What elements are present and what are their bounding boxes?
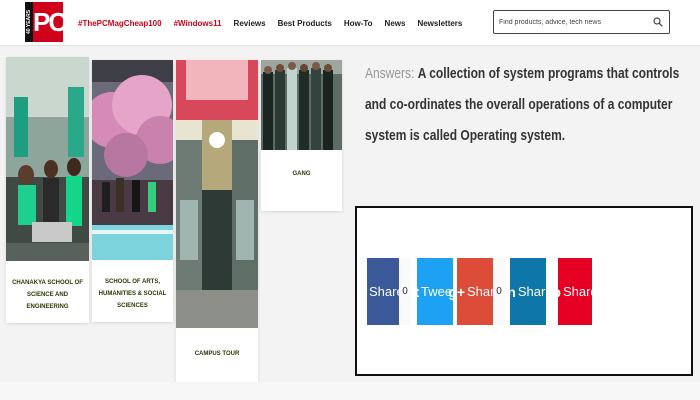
pinterest-icon: p — [552, 283, 561, 300]
card-caption: School of Arts, Humanities & Social Scie… — [98, 279, 167, 309]
answer-label: Answers: — [365, 65, 415, 82]
pcmag-logo[interactable]: 40 YEARS PC — [25, 2, 67, 42]
logo-text: PC — [33, 7, 67, 37]
linkedin-icon: in — [503, 283, 516, 300]
arts-campus-photo — [92, 60, 173, 260]
search-icon[interactable] — [653, 17, 663, 27]
answer-text: Answers: A collection of system programs… — [365, 58, 685, 151]
gallery-card-arts[interactable]: School of Arts, Humanities & Social Scie… — [92, 60, 173, 322]
nav-link-windows11[interactable]: #Windows11 — [174, 19, 222, 28]
nav-link-best-products[interactable]: Best Products — [278, 19, 332, 28]
search-box — [493, 10, 670, 34]
share-label: Share — [517, 284, 553, 299]
facebook-share-button[interactable]: f Share — [362, 258, 404, 325]
gallery-card-campus-tour[interactable]: Campus Tour — [176, 60, 258, 390]
share-label: Share — [562, 284, 598, 299]
twitter-icon: t — [414, 283, 419, 300]
nav-link-how-to[interactable]: How-To — [344, 19, 373, 28]
google-plus-icon: g+ — [448, 283, 466, 300]
top-navigation-bar: 40 YEARS PC #ThePCMagCheap100 #Windows11… — [0, 0, 700, 46]
campus-tour-photo — [176, 60, 258, 328]
page-footer-strip — [0, 382, 700, 400]
gallery-card-gang[interactable]: Gang — [261, 60, 342, 211]
facebook-share-count: 0 — [399, 258, 411, 325]
gallery-card-engineering[interactable]: Chanakya School of Science and Engineeri… — [6, 57, 89, 323]
nav-link-reviews[interactable]: Reviews — [234, 19, 266, 28]
nav-link-news[interactable]: News — [385, 19, 406, 28]
nav-link-cheap100[interactable]: #ThePCMagCheap100 — [78, 19, 162, 28]
group-photo — [261, 60, 342, 150]
logo-anniversary-strip: 40 YEARS — [25, 2, 33, 42]
card-caption: Gang — [292, 171, 311, 177]
card-caption: Chanakya School of Science and Engineeri… — [12, 280, 83, 310]
card-caption: Campus Tour — [194, 351, 240, 357]
facebook-icon: f — [362, 283, 367, 300]
linkedin-share-button[interactable]: in Share — [503, 258, 553, 325]
engineering-students-photo — [6, 57, 89, 261]
main-nav: #ThePCMagCheap100 #Windows11 Reviews Bes… — [78, 0, 474, 46]
share-panel: f Share 0 t Tweet g+ Share 0 in Share p … — [355, 206, 693, 376]
nav-link-newsletters[interactable]: Newsletters — [417, 19, 462, 28]
pinterest-share-button[interactable]: p Share — [552, 258, 598, 325]
search-input[interactable] — [499, 15, 647, 29]
google-plus-share-button[interactable]: g+ Share — [448, 258, 502, 325]
